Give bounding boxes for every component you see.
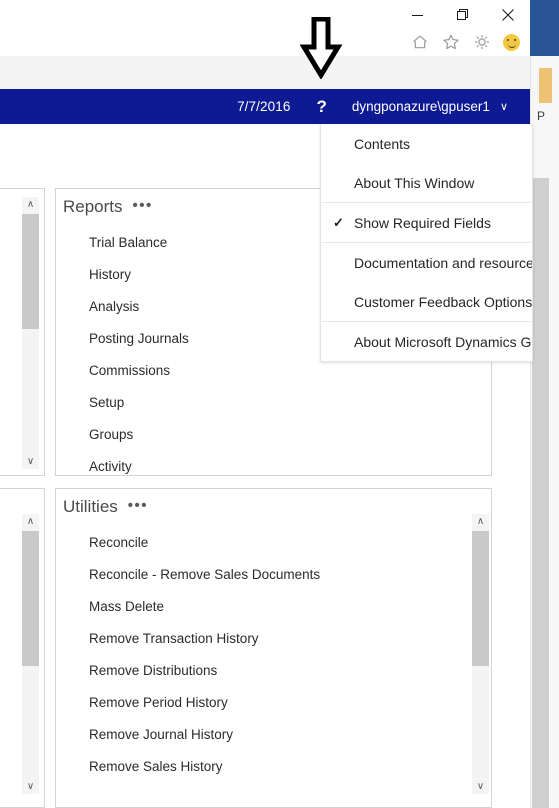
menu-item-about-this-window[interactable]: About This Window xyxy=(321,163,532,202)
menu-item-label: Contents xyxy=(354,135,411,152)
application-top-bar: 7/7/2016 ? dyngponazure\gpuser1 ∨ xyxy=(0,89,530,124)
list-item[interactable]: Remove Period History xyxy=(89,687,469,719)
background-scrollbar[interactable] xyxy=(532,178,549,808)
menu-item-label: About Microsoft Dynamics GP xyxy=(354,333,533,350)
list-item[interactable]: Mass Delete xyxy=(89,591,469,623)
background-tile-label: P xyxy=(537,109,546,123)
list-item[interactable]: Activity xyxy=(89,451,469,483)
menu-item-label: Show Required Fields xyxy=(354,214,491,231)
scroll-thumb[interactable] xyxy=(22,531,39,666)
chevron-down-icon[interactable]: ∨ xyxy=(500,100,508,113)
favorites-star-icon[interactable] xyxy=(441,32,461,52)
scroll-thumb[interactable] xyxy=(22,214,39,329)
checkmark-icon: ✓ xyxy=(333,214,344,230)
home-icon[interactable] xyxy=(410,32,430,52)
utilities-card-title: Utilities xyxy=(63,497,118,516)
menu-item-documentation-and-resources[interactable]: Documentation and resources xyxy=(321,243,532,282)
list-item[interactable]: Remove Sales History xyxy=(89,751,469,783)
utilities-overflow-icon[interactable]: ••• xyxy=(128,497,148,514)
scroll-thumb[interactable] xyxy=(472,531,489,666)
left-partial-scrollbar-top[interactable]: ∧ ∨ xyxy=(22,197,39,469)
scroll-up-arrow[interactable]: ∧ xyxy=(472,514,489,529)
menu-item-customer-feedback-options[interactable]: Customer Feedback Options. xyxy=(321,282,532,321)
list-item[interactable]: Remove Journal History xyxy=(89,719,469,751)
window-controls xyxy=(395,0,530,30)
help-dropdown-menu: Contents About This Window ✓ Show Requir… xyxy=(320,124,533,362)
reports-card-title: Reports xyxy=(63,197,123,216)
help-question-icon[interactable]: ? xyxy=(316,97,326,117)
close-button[interactable] xyxy=(485,0,530,30)
feedback-smiley-icon[interactable] xyxy=(503,33,520,51)
left-partial-scrollbar-bottom[interactable]: ∧ ∨ xyxy=(22,514,39,794)
background-window-header xyxy=(530,0,559,56)
menu-item-contents[interactable]: Contents xyxy=(321,124,532,163)
list-item[interactable]: Reconcile xyxy=(89,527,469,559)
scroll-up-arrow[interactable]: ∧ xyxy=(22,514,39,529)
list-item[interactable]: Remove Transaction History xyxy=(89,623,469,655)
browser-toolbar-icons xyxy=(410,28,526,56)
background-window-panel: P xyxy=(530,56,559,808)
user-account-label[interactable]: dyngponazure\gpuser1 xyxy=(352,99,490,114)
scroll-down-arrow[interactable]: ∨ xyxy=(22,779,39,794)
left-partial-card-bottom: ∧ ∨ xyxy=(0,488,45,808)
menu-item-label: Documentation and resources xyxy=(354,254,533,271)
menu-item-about-microsoft-dynamics-gp[interactable]: About Microsoft Dynamics GP xyxy=(321,322,532,361)
current-date-label: 7/7/2016 xyxy=(237,99,291,114)
list-item[interactable]: Groups xyxy=(89,419,469,451)
left-partial-card-top: ∧ ∨ xyxy=(0,188,45,476)
menu-item-label: About This Window xyxy=(354,174,475,191)
list-item[interactable]: Remove Distributions xyxy=(89,655,469,687)
restore-button[interactable] xyxy=(440,0,485,30)
list-item[interactable]: Setup xyxy=(89,387,469,419)
background-tile-icon xyxy=(539,68,552,103)
list-item[interactable]: Reconcile - Remove Sales Documents xyxy=(89,559,469,591)
menu-item-label: Customer Feedback Options. xyxy=(354,293,533,310)
scroll-down-arrow[interactable]: ∨ xyxy=(22,454,39,469)
minimize-button[interactable] xyxy=(395,0,440,30)
reports-overflow-icon[interactable]: ••• xyxy=(133,197,153,214)
utilities-card-header: Utilities ••• xyxy=(63,497,148,517)
scroll-up-arrow[interactable]: ∧ xyxy=(22,197,39,212)
utilities-list: Reconcile Reconcile - Remove Sales Docum… xyxy=(89,527,469,783)
utilities-scrollbar[interactable]: ∧ ∨ xyxy=(472,514,489,794)
window-title-bar xyxy=(0,0,530,56)
utilities-card: Utilities ••• Reconcile Reconcile - Remo… xyxy=(55,488,492,808)
scroll-down-arrow[interactable]: ∨ xyxy=(472,779,489,794)
background-window-strip: P xyxy=(530,0,559,808)
reports-card-header: Reports ••• xyxy=(63,197,153,217)
toolbar-strip xyxy=(0,56,530,90)
menu-item-show-required-fields[interactable]: ✓ Show Required Fields xyxy=(321,203,532,242)
settings-gear-icon[interactable] xyxy=(472,32,492,52)
